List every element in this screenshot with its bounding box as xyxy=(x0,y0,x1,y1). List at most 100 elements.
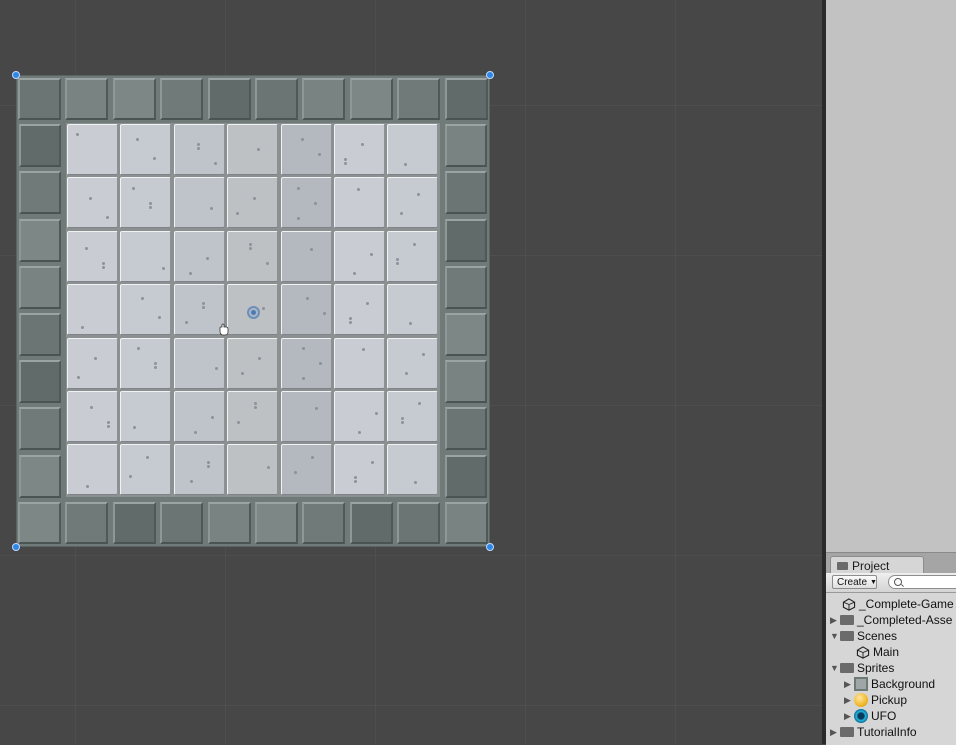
floor-tile xyxy=(334,124,385,175)
rect-handle-bottom-right[interactable] xyxy=(486,543,494,551)
floor-tile xyxy=(227,124,279,175)
rect-handle-top-left[interactable] xyxy=(12,71,20,79)
border-tile xyxy=(207,502,251,544)
pebble-mark xyxy=(309,247,313,251)
tree-item-ufo[interactable]: ▶ UFO xyxy=(844,708,896,724)
pebble-mark xyxy=(241,371,245,375)
floor-tile xyxy=(387,284,439,336)
project-toolbar: Create ▼ xyxy=(826,573,956,593)
floor-tile xyxy=(120,337,172,389)
floor-tile xyxy=(120,177,172,229)
floor-tile xyxy=(280,177,332,229)
tree-item-completed-assets[interactable]: ▶ _Completed-Asse xyxy=(830,612,952,628)
scene-view[interactable] xyxy=(0,0,822,744)
pebble-mark xyxy=(214,366,218,370)
rect-handle-bottom-left[interactable] xyxy=(12,543,20,551)
floor-tile xyxy=(280,391,332,442)
tree-item-label: TutorialInfo xyxy=(857,725,917,739)
floor-tile xyxy=(67,230,118,282)
border-tile xyxy=(255,502,298,544)
pebble-mark xyxy=(301,346,305,350)
floor-tile xyxy=(173,177,225,229)
floor-tile xyxy=(387,337,439,389)
search-input[interactable] xyxy=(888,575,956,589)
tree-item-label: Scenes xyxy=(857,629,898,643)
pebble-mark xyxy=(313,202,317,206)
tree-item-scenes[interactable]: ▼ Scenes xyxy=(830,628,897,644)
border-tile xyxy=(444,78,488,120)
border-tile xyxy=(19,124,61,168)
tree-item-sprites[interactable]: ▼ Sprites xyxy=(830,660,894,676)
floor-tile xyxy=(334,230,385,282)
pebble-mark xyxy=(310,456,314,460)
floor-tile xyxy=(67,337,118,389)
tree-item-label: Main xyxy=(873,645,900,659)
pebble-mark xyxy=(404,163,408,166)
folder-icon xyxy=(840,727,854,737)
pebble-mark xyxy=(405,371,409,375)
pebble-mark xyxy=(375,412,378,415)
pebble-mark xyxy=(266,261,270,265)
pebble-mark xyxy=(94,356,97,360)
pebble-mark xyxy=(401,417,405,420)
floor-tile xyxy=(387,391,439,442)
pebble-mark xyxy=(85,246,88,250)
tree-item-main-scene[interactable]: Main xyxy=(856,644,899,660)
collapse-arrow-icon[interactable]: ▼ xyxy=(830,663,840,673)
inspector-panel xyxy=(826,0,956,552)
tree-item-label: Background xyxy=(871,677,936,691)
tab-project[interactable]: Project xyxy=(830,556,924,574)
border-tile xyxy=(18,78,61,120)
floor-tile xyxy=(334,337,385,389)
border-tile xyxy=(255,78,298,120)
pebble-mark xyxy=(184,321,188,325)
expand-arrow-icon[interactable]: ▶ xyxy=(830,727,840,738)
tree-item-tutorialinfo[interactable]: ▶ TutorialInfo xyxy=(830,724,917,740)
pebble-mark xyxy=(210,416,214,419)
floor-tile xyxy=(280,124,332,175)
pebble-mark xyxy=(236,212,240,216)
floor-tile xyxy=(173,444,225,496)
folder-icon xyxy=(840,615,854,625)
pebble-mark xyxy=(196,143,200,146)
border-tile xyxy=(349,78,393,120)
floor-tile xyxy=(227,391,279,442)
pebble-mark xyxy=(301,376,305,380)
unity-scene-icon xyxy=(856,645,870,659)
collapse-arrow-icon[interactable]: ▼ xyxy=(830,631,840,641)
border-tile xyxy=(302,78,346,120)
pickup-gizmo-icon[interactable] xyxy=(247,306,260,319)
rect-handle-top-right[interactable] xyxy=(486,71,494,79)
pebble-mark xyxy=(400,212,404,216)
pebble-mark xyxy=(249,242,253,246)
floor-tile xyxy=(227,444,279,496)
expand-arrow-icon[interactable]: ▶ xyxy=(830,615,840,626)
pebble-mark xyxy=(106,216,109,220)
border-tile xyxy=(445,313,487,356)
pebble-mark xyxy=(414,481,418,485)
floor-tile xyxy=(67,177,118,229)
border-tile xyxy=(19,218,61,262)
border-tile xyxy=(207,78,251,120)
border-tile xyxy=(445,454,487,498)
pebble-mark xyxy=(254,402,258,405)
pebble-mark xyxy=(188,271,192,275)
tree-item-complete-game[interactable]: _Complete-Game xyxy=(842,596,954,612)
folder-icon xyxy=(840,663,854,673)
tree-item-background[interactable]: ▶ Background xyxy=(844,676,935,692)
expand-arrow-icon[interactable]: ▶ xyxy=(844,695,854,706)
pebble-mark xyxy=(137,346,141,350)
border-tile xyxy=(160,502,204,544)
floor-tile xyxy=(67,391,118,442)
pebble-mark xyxy=(357,188,360,192)
pebble-mark xyxy=(253,197,257,201)
tree-item-pickup[interactable]: ▶ Pickup xyxy=(844,692,907,708)
floor-tile xyxy=(67,444,118,496)
border-tile xyxy=(349,502,393,544)
expand-arrow-icon[interactable]: ▶ xyxy=(844,711,854,722)
pebble-mark xyxy=(189,480,193,484)
create-button[interactable]: Create ▼ xyxy=(832,575,877,589)
expand-arrow-icon[interactable]: ▶ xyxy=(844,679,854,690)
border-tile xyxy=(19,265,61,309)
pebble-mark xyxy=(254,406,258,409)
